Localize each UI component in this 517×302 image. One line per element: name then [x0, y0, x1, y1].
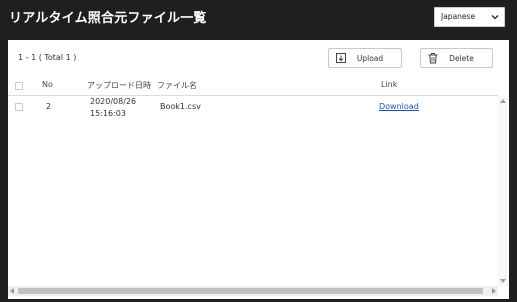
- delete-button-label: Delete: [449, 54, 474, 63]
- row-checkbox[interactable]: [15, 103, 23, 111]
- column-header-link: Link: [381, 80, 398, 89]
- cell-upload-time: 15:16:03: [90, 109, 126, 118]
- scroll-right-arrow-icon[interactable]: [492, 288, 496, 294]
- file-list-panel: 1 - 1 ( Total 1 ) Upload Delete No アップロー…: [8, 40, 509, 299]
- column-header-file-name: ファイル名: [157, 81, 197, 90]
- column-header-upload-date: アップロード日時: [87, 81, 151, 90]
- delete-button[interactable]: Delete: [420, 48, 493, 68]
- cell-upload-date: 2020/08/26: [90, 97, 137, 106]
- scroll-up-arrow-icon[interactable]: [500, 99, 506, 103]
- upload-button[interactable]: Upload: [328, 48, 402, 68]
- horizontal-scroll-thumb[interactable]: [18, 288, 483, 294]
- upload-button-label: Upload: [356, 54, 384, 63]
- language-select[interactable]: Japanese: [434, 7, 505, 27]
- chevron-down-icon: [491, 15, 499, 20]
- scroll-down-arrow-icon[interactable]: [500, 279, 506, 283]
- horizontal-scrollbar[interactable]: [8, 286, 498, 296]
- record-count: 1 - 1 ( Total 1 ): [18, 53, 77, 62]
- page-title: リアルタイム照合元ファイル一覧: [9, 11, 207, 26]
- column-header-no: No: [42, 80, 53, 89]
- header-divider: [8, 95, 498, 96]
- scroll-left-arrow-icon[interactable]: [10, 288, 14, 294]
- app-header: リアルタイム照合元ファイル一覧 Japanese: [0, 0, 517, 34]
- download-link[interactable]: Download: [379, 102, 419, 111]
- cell-file-name: Book1.csv: [160, 102, 201, 111]
- vertical-scrollbar[interactable]: [498, 96, 508, 286]
- cell-no: 2: [46, 102, 52, 111]
- select-all-checkbox[interactable]: [15, 82, 23, 90]
- language-select-value: Japanese: [441, 12, 476, 21]
